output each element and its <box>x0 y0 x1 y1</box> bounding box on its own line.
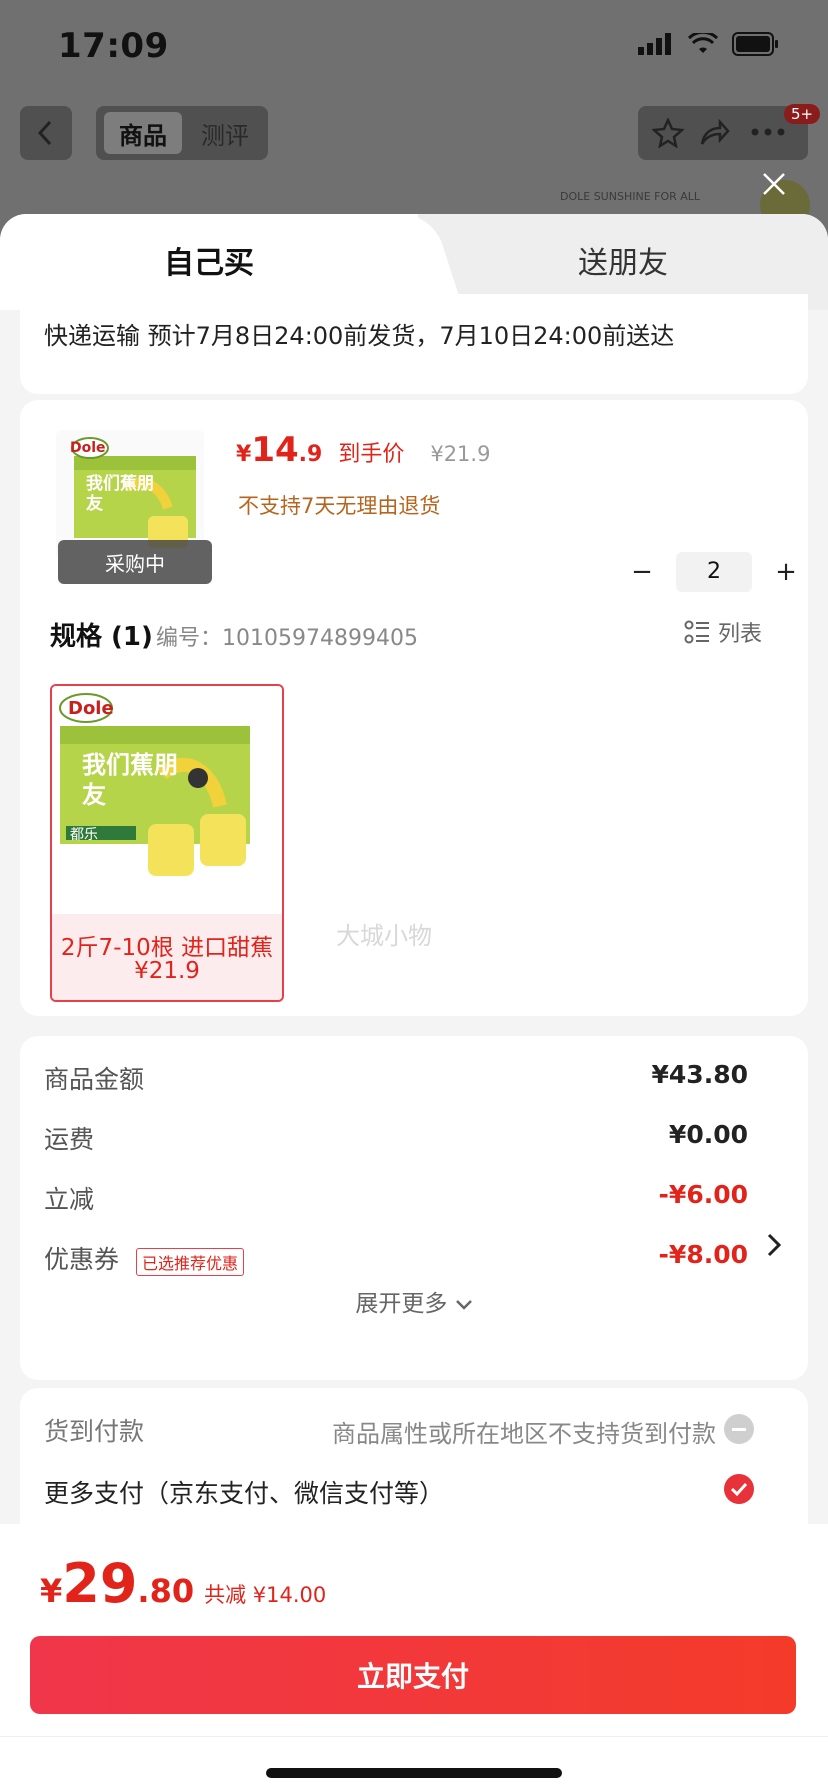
list-view-toggle[interactable]: 列表 <box>684 616 762 648</box>
disabled-icon <box>724 1414 754 1444</box>
checkout-bar: ¥ 29 .80 共减 ¥14.00 立即支付 <box>0 1524 828 1792</box>
tab-gift-friend[interactable]: 送朋友 <box>418 238 828 282</box>
list-icon <box>684 620 709 644</box>
tab-self-buy[interactable]: 自己买 <box>0 238 418 282</box>
tab-review[interactable]: 测评 <box>190 112 260 154</box>
spec-title: 规格 (1) <box>50 622 153 652</box>
return-policy: 不支持7天无理由退货 <box>238 494 441 518</box>
total-integer: 29 <box>62 1552 138 1615</box>
order-summary-card: 商品金额 ¥43.80 运费 ¥0.00 立减 -¥6.00 优惠券 已选推荐优… <box>20 1036 808 1380</box>
back-button[interactable] <box>20 106 72 160</box>
summary-value-shipping: ¥0.00 <box>668 1120 748 1149</box>
expand-more[interactable]: 展开更多 <box>20 1284 808 1318</box>
spec-option-name: 2斤7-10根 进口甜蕉 <box>60 935 274 961</box>
brand-logo-thumb: Dole <box>70 440 106 456</box>
home-indicator[interactable] <box>266 1768 562 1778</box>
increment-button[interactable]: + <box>764 552 808 592</box>
summary-value-subtotal: ¥43.80 <box>651 1060 748 1089</box>
price-label: 到手价 <box>338 442 405 467</box>
shipping-info: 快递运输 预计7月8日24:00前发货，7月10日24:00前送达 <box>44 322 675 350</box>
divider <box>0 1736 828 1737</box>
total-price: ¥ 29 .80 共减 ¥14.00 <box>40 1552 326 1615</box>
spec-option[interactable]: Dole 我们蕉朋友 都乐 2斤7-10根 进口甜蕉 ¥21.9 <box>50 684 284 1002</box>
summary-label-subtotal: 商品金额 <box>44 1065 145 1094</box>
price-symbol: ¥ <box>236 442 252 467</box>
list-view-label: 列表 <box>718 622 763 647</box>
close-icon[interactable] <box>760 170 788 198</box>
coupon-tag: 已选推荐优惠 <box>136 1248 245 1276</box>
spec-option-image: Dole 我们蕉朋友 都乐 <box>52 686 282 914</box>
quantity-stepper: − 2 + <box>620 552 808 592</box>
pack-title-thumb: 我们蕉朋友 <box>86 474 154 514</box>
brand-logo-spec: Dole <box>68 698 114 719</box>
status-icons <box>638 32 780 56</box>
signal-icon <box>638 33 671 55</box>
status-time: 17:09 <box>58 26 169 66</box>
original-price: ¥21.9 <box>430 442 491 466</box>
price-integer: 14 <box>251 430 299 470</box>
total-decimal: .80 <box>137 1572 195 1610</box>
notification-badge: 5+ <box>784 104 821 124</box>
pack-title-spec: 我们蕉朋友 <box>82 751 178 809</box>
summary-value-coupon[interactable]: -¥8.00 <box>659 1240 748 1269</box>
battery-icon <box>732 32 778 56</box>
price-decimal: .9 <box>298 442 323 467</box>
total-symbol: ¥ <box>40 1572 63 1610</box>
pay-now-button[interactable]: 立即支付 <box>30 1636 796 1714</box>
chevron-right-icon[interactable] <box>766 1232 782 1258</box>
watermark: 大城小物 <box>336 922 432 950</box>
nav-actions <box>638 106 808 160</box>
star-icon[interactable] <box>652 118 684 148</box>
chevron-left-icon <box>37 120 52 146</box>
summary-value-discount: -¥6.00 <box>658 1180 748 1209</box>
summary-label-coupon[interactable]: 优惠券 <box>44 1240 119 1276</box>
cod-label: 货到付款 <box>44 1417 145 1446</box>
summary-label-discount: 立减 <box>44 1185 95 1214</box>
quantity-value[interactable]: 2 <box>676 552 752 592</box>
product-card: Dole 我们蕉朋友 采购中 ¥ 14 .9 到手价 ¥21.9 不支持7天无理… <box>20 400 808 1016</box>
chevron-down-icon <box>455 1300 472 1310</box>
purchasing-overlay: 采购中 <box>58 540 212 584</box>
expand-more-label: 展开更多 <box>355 1291 448 1317</box>
shipping-card: 快递运输 预计7月8日24:00前发货，7月10日24:00前送达 <box>20 294 808 394</box>
more-payment-option[interactable]: 更多支付（京东支付、微信支付等） <box>44 1474 444 1510</box>
price-line: ¥ 14 .9 到手价 ¥21.9 <box>236 430 490 470</box>
tab-goods[interactable]: 商品 <box>104 112 182 154</box>
summary-label-shipping: 运费 <box>44 1125 95 1154</box>
total-savings: 共减 ¥14.00 <box>204 1583 327 1607</box>
wifi-icon <box>688 33 718 53</box>
purchase-sheet: 自己买 送朋友 快递运输 预计7月8日24:00前发货，7月10日24:00前送… <box>0 214 828 1792</box>
more-icon[interactable] <box>750 126 786 138</box>
share-icon[interactable] <box>698 118 730 148</box>
decrement-button[interactable]: − <box>620 552 664 592</box>
cod-note: 商品属性或所在地区不支持货到付款 <box>332 1420 716 1448</box>
check-icon[interactable] <box>724 1474 754 1504</box>
spec-option-price: ¥21.9 <box>134 958 200 984</box>
spec-number: 编号：10105974899405 <box>156 626 418 651</box>
brand-cn-spec: 都乐 <box>70 827 98 843</box>
